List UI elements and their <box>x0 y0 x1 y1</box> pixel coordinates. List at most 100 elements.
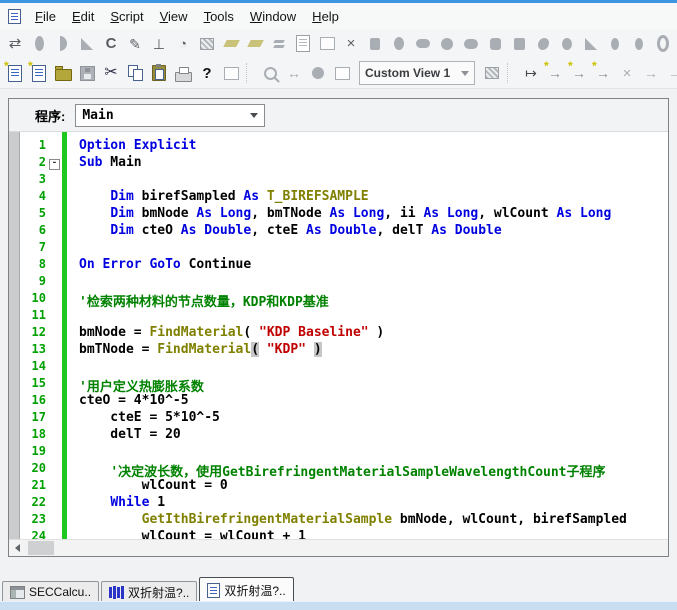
horizontal-scrollbar[interactable] <box>9 539 668 556</box>
menu-view[interactable]: View <box>152 5 196 28</box>
tab-label: 双折射温?.. <box>128 584 189 601</box>
menu-script[interactable]: Script <box>102 5 151 28</box>
view-selector[interactable]: Custom View 1 <box>359 61 475 85</box>
lens-circle-icon[interactable] <box>436 33 458 55</box>
lens-half-icon[interactable] <box>52 33 74 55</box>
program-select[interactable]: Main <box>75 104 265 127</box>
code-line-1[interactable]: Option Explicit <box>79 138 668 155</box>
step-over-icon[interactable]: →* <box>544 62 566 84</box>
document-tab-3[interactable]: 双折射温?.. <box>199 577 293 602</box>
code-token: As Double <box>181 223 251 238</box>
code-line-2[interactable]: Sub Main <box>79 155 668 172</box>
step-over-icon: → <box>548 66 562 80</box>
cut-icon[interactable]: ✂ <box>100 62 122 84</box>
code-line-6[interactable]: Dim cteO As Double, cteE As Double, delT… <box>79 223 668 240</box>
lens-block-icon[interactable] <box>364 33 386 55</box>
code-line-13[interactable]: bmTNode = FindMaterial( "KDP" ) <box>79 342 668 359</box>
prism-icon[interactable] <box>76 33 98 55</box>
code-line-19[interactable] <box>79 444 668 461</box>
menu-help[interactable]: Help <box>304 5 347 28</box>
menu-tools[interactable]: Tools <box>196 5 242 28</box>
help-icon: ? <box>202 66 211 81</box>
gauge-icon[interactable]: ◔ <box>172 33 194 55</box>
code-token: , bmTNode <box>251 206 329 221</box>
document-menu-icon[interactable] <box>8 9 21 24</box>
new-doc-icon[interactable]: * <box>28 62 50 84</box>
sparkle-icon: * <box>4 59 9 73</box>
lens-thin-2-icon[interactable] <box>628 33 650 55</box>
lens-drop-icon[interactable] <box>556 33 578 55</box>
new-run-doc-icon[interactable]: * <box>4 62 26 84</box>
code-line-3[interactable] <box>79 172 668 189</box>
coating-plate-icon[interactable] <box>244 33 266 55</box>
lens-tilted-icon <box>538 38 549 50</box>
copy-icon[interactable] <box>124 62 146 84</box>
pen-tool-icon[interactable]: ✎ <box>124 33 146 55</box>
lens-cube-icon[interactable] <box>484 33 506 55</box>
menu-window[interactable]: Window <box>242 5 304 28</box>
aperture-ring-icon[interactable] <box>652 33 674 55</box>
line-number: 13 <box>20 342 46 359</box>
spec-sheet-icon[interactable] <box>292 33 314 55</box>
step-out-icon[interactable]: →* <box>568 62 590 84</box>
prism-2-icon[interactable] <box>580 33 602 55</box>
lens-thin-icon[interactable] <box>604 33 626 55</box>
lens-oval-icon[interactable] <box>388 33 410 55</box>
code-token: As Double <box>431 223 501 238</box>
code-line-15[interactable]: '用户定义热膨胀系数 <box>79 376 668 393</box>
scroll-left-button[interactable] <box>9 540 26 556</box>
menu-edit[interactable]: Edit <box>64 5 102 28</box>
code-line-9[interactable] <box>79 274 668 291</box>
filter-plate-icon[interactable] <box>220 33 242 55</box>
edit-form-icon <box>224 67 239 80</box>
lens-tilted-icon[interactable] <box>532 33 554 55</box>
lens-capsule-icon[interactable] <box>412 33 434 55</box>
code-line-12[interactable]: bmNode = FindMaterial( "KDP Baseline" ) <box>79 325 668 342</box>
document-tab-2[interactable]: 双折射温?.. <box>101 581 197 602</box>
code-line-21[interactable]: wlCount = 0 <box>79 478 668 495</box>
code-line-11[interactable] <box>79 308 668 325</box>
arc-lens-icon[interactable]: C <box>100 33 122 55</box>
optical-bench-icon[interactable]: ⊥ <box>148 33 170 55</box>
ray-arrows-icon[interactable]: ⇄ <box>4 33 26 55</box>
code-line-4[interactable]: Dim birefSampled As T_BIREFSAMPLE <box>79 189 668 206</box>
code-line-23[interactable]: GetIthBirefringentMaterialSample bmNode,… <box>79 512 668 529</box>
step-into-icon[interactable]: ↦ <box>520 62 542 84</box>
script-editor-panel: 程序: Main 12-3456789101112131415161718192… <box>8 98 669 557</box>
code-editor[interactable]: 12-3456789101112131415161718192021222324… <box>9 132 668 540</box>
window-bottom-edge <box>0 601 677 610</box>
lens-slab-icon[interactable] <box>508 33 530 55</box>
lens-biconvex-icon[interactable] <box>28 33 50 55</box>
open-file-icon <box>55 69 72 81</box>
code-line-20[interactable]: '决定波长数，使用GetBirefringentMaterialSampleWa… <box>79 461 668 478</box>
code-line-18[interactable]: delT = 20 <box>79 427 668 444</box>
fold-collapse-box[interactable]: - <box>49 159 60 170</box>
code-line-17[interactable]: cteE = 5*10^-5 <box>79 410 668 427</box>
lens-capsule-2-icon[interactable] <box>460 33 482 55</box>
grating-icon[interactable] <box>196 33 218 55</box>
code-line-7[interactable] <box>79 240 668 257</box>
step-out-icon: → <box>572 66 586 80</box>
open-file-icon[interactable] <box>52 62 74 84</box>
code-line-5[interactable]: Dim bmNode As Long, bmTNode As Long, ii … <box>79 206 668 223</box>
code-token: bmNode, wlCount, birefSampled <box>392 512 627 527</box>
code-line-22[interactable]: While 1 <box>79 495 668 512</box>
run-to-cursor-icon[interactable]: →* <box>592 62 614 84</box>
scrollbar-thumb[interactable] <box>28 541 54 555</box>
parallel-plates-icon[interactable] <box>268 33 290 55</box>
plot-window-icon[interactable] <box>316 33 338 55</box>
code-line-10[interactable]: '检索两种材料的节点数量，KDP和KDP基准 <box>79 291 668 308</box>
print-icon[interactable] <box>172 62 194 84</box>
document-tab-1[interactable]: SECCalcu.. <box>2 581 99 602</box>
code-line-14[interactable] <box>79 359 668 376</box>
parallel-plates-icon <box>274 38 284 50</box>
help-icon[interactable]: ? <box>196 62 218 84</box>
code-line-8[interactable]: On Error GoTo Continue <box>79 257 668 274</box>
step-into-icon: ↦ <box>525 66 537 80</box>
menu-file[interactable]: File <box>27 5 64 28</box>
toolbar-separator <box>507 63 516 83</box>
ray-cross-icon[interactable]: × <box>340 33 362 55</box>
code-line-16[interactable]: cteO = 4*10^-5 <box>79 393 668 410</box>
paste-icon[interactable] <box>148 62 170 84</box>
lens-half-icon <box>60 36 67 51</box>
